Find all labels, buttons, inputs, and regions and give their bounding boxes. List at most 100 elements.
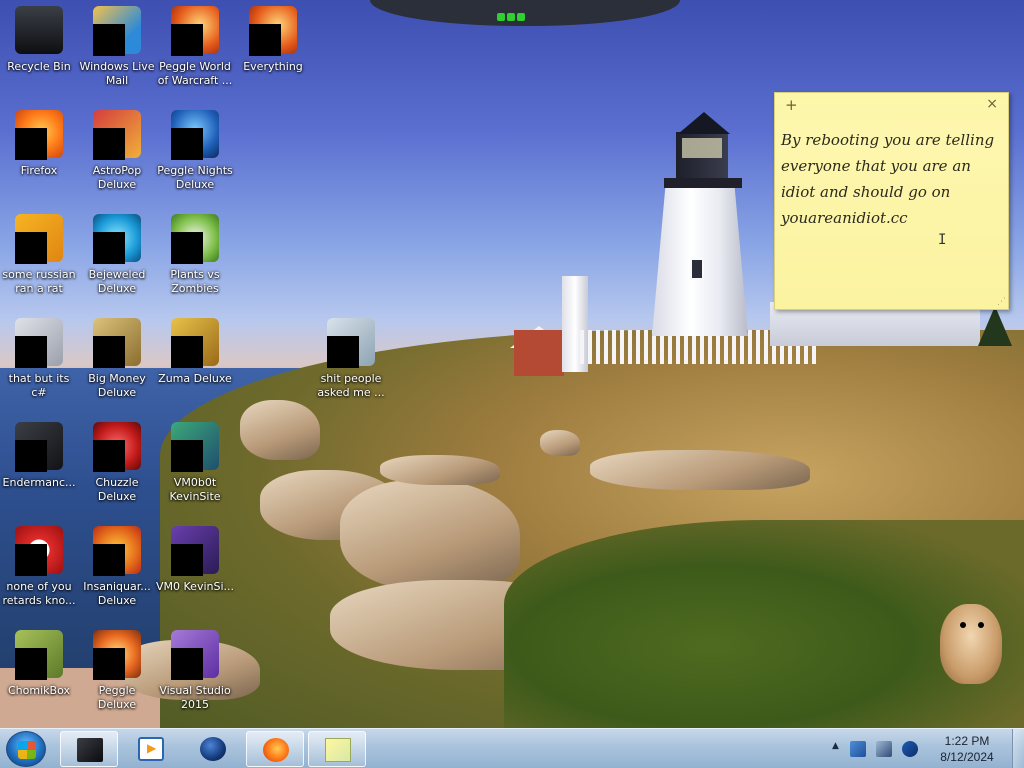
desktop-icon-label: none of you retards kno... (2, 580, 76, 607)
taskbar-terminal[interactable] (60, 731, 118, 767)
new-note-icon[interactable]: + (785, 96, 798, 114)
desktop-icon[interactable]: Visual Studio 2015 (156, 626, 234, 726)
redaction-box (93, 440, 125, 472)
clock-date: 8/12/2024 (940, 750, 994, 764)
desktop-icon-label: some russian ran a rat (2, 268, 76, 295)
taskbar-firefox[interactable] (246, 731, 304, 767)
redaction-box (15, 440, 47, 472)
desktop-icon[interactable]: Chuzzle Deluxe (78, 418, 156, 518)
desktop-icon-label: Zuma Deluxe (158, 372, 232, 385)
astropop-icon (93, 110, 141, 160)
desktop-icon[interactable]: Peggle Nights Deluxe (156, 106, 234, 206)
firefox-icon (15, 110, 63, 160)
sticky-note[interactable]: + × By rebooting you are telling everyon… (774, 92, 1009, 310)
wallpaper-shed (514, 330, 564, 376)
desktop-icon[interactable]: Firefox (0, 106, 78, 206)
desktop-icon-label: AstroPop Deluxe (92, 164, 142, 191)
hamster-gadget[interactable] (940, 604, 1002, 684)
sticky-notes-icon (325, 738, 351, 762)
desktop-icon[interactable]: Peggle Deluxe (78, 626, 156, 726)
desktop-icon-label: Everything (243, 60, 303, 73)
show-desktop-button[interactable] (1012, 729, 1024, 768)
text-cursor-icon: I (938, 232, 947, 248)
taskbar-browser[interactable] (184, 731, 242, 767)
redaction-box (249, 24, 281, 56)
plants-vs-zombies-icon (171, 214, 219, 264)
redaction-box (93, 24, 125, 56)
everything-search-icon (249, 6, 297, 56)
desktop-icon[interactable]: Windows Live Mail (78, 2, 156, 102)
big-money-icon (93, 318, 141, 368)
desktop-icon[interactable]: Insaniquar... Deluxe (78, 522, 156, 622)
visual-studio-icon (171, 630, 219, 680)
firefox-icon (263, 738, 289, 762)
desktop-icon[interactable]: none of you retards kno... (0, 522, 78, 622)
desktop-icon-label: VM0b0t KevinSite (169, 476, 221, 503)
redaction-box (15, 648, 47, 680)
sticky-note-titlebar[interactable]: + × (775, 93, 1008, 117)
sticky-note-text[interactable]: By rebooting you are telling everyone th… (775, 117, 1008, 231)
desktop-icon[interactable]: Endermanc... (0, 418, 78, 518)
redaction-box (93, 544, 125, 576)
rat-app-icon (15, 214, 63, 264)
csharp-stack-icon (15, 318, 63, 368)
volume-icon[interactable] (902, 741, 918, 757)
desktop-icon[interactable]: some russian ran a rat (0, 210, 78, 310)
redaction-box (15, 232, 47, 264)
vm-kevinsite-icon (171, 422, 219, 472)
desktop-icon[interactable]: Recycle Bin (0, 2, 78, 102)
desktop-icon-label: VM0 KevinSi... (156, 580, 235, 593)
redaction-box (171, 128, 203, 160)
desktop-icon[interactable]: Big Money Deluxe (78, 314, 156, 414)
desktop-icon[interactable]: ChomikBox (0, 626, 78, 726)
desktop-icon-label: Big Money Deluxe (88, 372, 146, 399)
desktop-icon-label: Windows Live Mail (79, 60, 155, 87)
bejeweled-icon (93, 214, 141, 264)
insaniquarium-icon (93, 526, 141, 576)
desktop-icon[interactable]: Bejeweled Deluxe (78, 210, 156, 310)
desktop-icon[interactable]: VM0 KevinSi... (156, 522, 234, 622)
show-hidden-icons-icon[interactable]: ▲ (832, 741, 839, 751)
peggle-wow-icon (171, 6, 219, 56)
clock-time: 1:22 PM (944, 734, 990, 748)
windows-logo-icon (18, 741, 36, 759)
top-gadget-indicator (497, 6, 529, 21)
redaction-box (171, 24, 203, 56)
redaction-box (93, 336, 125, 368)
start-button[interactable] (6, 731, 46, 767)
vm-kevinsite-2-icon (171, 526, 219, 576)
globe-icon (200, 737, 226, 761)
desktop-icon[interactable]: that but its c# (0, 314, 78, 414)
clock[interactable]: 1:22 PM 8/12/2024 (928, 733, 1006, 765)
resize-grip-icon[interactable]: ⋰ (997, 297, 1006, 307)
taskbar-media-player[interactable] (122, 731, 180, 767)
desktop-icon-label: Peggle World of Warcraft ... (157, 60, 233, 87)
redaction-box (327, 336, 359, 368)
desktop-icon-label: Insaniquar... Deluxe (83, 580, 151, 607)
desktop-icon[interactable]: Zuma Deluxe (156, 314, 234, 414)
network-icon[interactable] (876, 741, 892, 757)
desktop-icon[interactable]: AstroPop Deluxe (78, 106, 156, 206)
action-center-icon[interactable] (850, 741, 866, 757)
desktop-icon[interactable]: VM0b0t KevinSite (156, 418, 234, 518)
desktop-icon[interactable]: Peggle World of Warcraft ... (156, 2, 234, 102)
redaction-box (15, 336, 47, 368)
taskbar-sticky-notes[interactable] (308, 731, 366, 767)
desktop-icon-label: Recycle Bin (7, 60, 71, 73)
terminal-icon (77, 738, 103, 762)
close-note-icon[interactable]: × (986, 96, 998, 112)
redaction-box (15, 544, 47, 576)
desktop-icon[interactable]: Everything (234, 2, 312, 102)
taskbar: ▲ 1:22 PM 8/12/2024 (0, 728, 1024, 768)
peggle-deluxe-icon (93, 630, 141, 680)
media-player-icon (138, 737, 164, 761)
desktop-icon-label: ChomikBox (8, 684, 70, 697)
chomikbox-icon (15, 630, 63, 680)
desktop-icon[interactable]: Plants vs Zombies (156, 210, 234, 310)
desktop-icon-label: Firefox (20, 164, 58, 177)
desktop-icon[interactable]: shit people asked me ... (312, 314, 390, 414)
redaction-box (93, 648, 125, 680)
recycle-bin-icon (15, 6, 63, 54)
desktop-icon-label: Bejeweled Deluxe (88, 268, 146, 295)
redaction-box (171, 440, 203, 472)
